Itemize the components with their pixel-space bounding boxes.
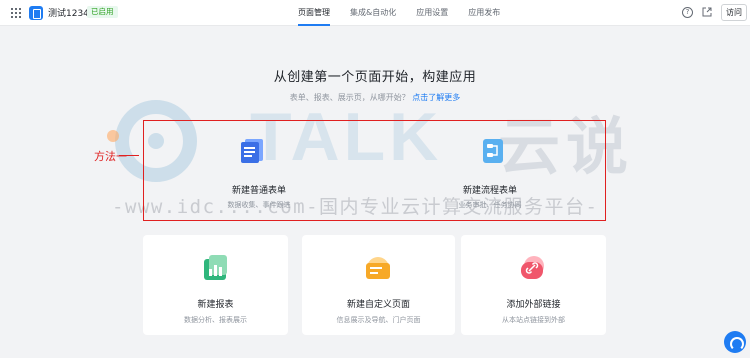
- new-report-card[interactable]: 新建报表 数据分析、报表展示: [143, 235, 288, 335]
- method-label: 方法一: [94, 150, 127, 163]
- method-arrow: [119, 155, 139, 156]
- tab-integration-automation[interactable]: 集成&自动化: [340, 0, 406, 26]
- highlight-frame: 新建普通表单 数据收集、事件跟进 新建流程表单 业务审批、任务协同: [143, 120, 606, 221]
- app-icon: [29, 6, 43, 20]
- app-grid-icon[interactable]: [11, 8, 21, 18]
- new-flow-form-card[interactable]: 新建流程表单 业务审批、任务协同: [375, 121, 605, 219]
- card-desc: 数据分析、报表展示: [184, 316, 247, 324]
- external-link-icon: [521, 256, 544, 279]
- add-external-link-card[interactable]: 添加外部链接 从本站点链接到外部: [461, 235, 606, 335]
- card-desc: 信息展示及导航、门户页面: [336, 316, 421, 324]
- card-title: 新建流程表单: [462, 186, 517, 196]
- help-icon[interactable]: ?: [682, 7, 693, 18]
- custom-page-icon: [366, 257, 390, 279]
- open-external-icon[interactable]: [702, 7, 712, 17]
- tab-app-settings[interactable]: 应用设置: [406, 0, 458, 26]
- status-badge: 已启用: [87, 6, 118, 18]
- main-nav: 页面管理 集成&自动化 应用设置 应用发布: [288, 0, 510, 26]
- new-form-card[interactable]: 新建普通表单 数据收集、事件跟进: [144, 121, 374, 219]
- new-custom-page-card[interactable]: 新建自定义页面 信息展示及导航、门户页面: [302, 235, 455, 335]
- flow-form-icon: [483, 139, 503, 163]
- watermark-dot: [107, 130, 119, 142]
- card-desc: 业务审批、任务协同: [458, 201, 522, 209]
- customer-service-button[interactable]: [724, 331, 746, 353]
- page-title: 从创建第一个页面开始，构建应用: [273, 70, 477, 85]
- report-icon: [204, 255, 227, 280]
- card-desc: 从本站点链接到外部: [502, 316, 565, 324]
- form-icon: [241, 139, 263, 163]
- card-title: 新建报表: [197, 300, 234, 310]
- subtitle-text: 表单、报表、展示页，从哪开始？: [289, 93, 410, 102]
- card-desc: 数据收集、事件跟进: [227, 201, 291, 209]
- top-bar: 测试1234 已启用 页面管理 集成&自动化 应用设置 应用发布 ? 访问: [0, 0, 750, 26]
- page-subtitle: 表单、报表、展示页，从哪开始？ 点击了解更多: [0, 92, 750, 103]
- app-name[interactable]: 测试1234: [48, 6, 89, 19]
- card-title: 新建自定义页面: [346, 300, 410, 310]
- card-title: 新建普通表单: [231, 186, 286, 196]
- card-title: 添加外部链接: [506, 300, 561, 310]
- visit-button[interactable]: 访问: [721, 4, 747, 21]
- tab-app-publish[interactable]: 应用发布: [458, 0, 510, 26]
- learn-more-link[interactable]: 点击了解更多: [412, 93, 460, 102]
- tab-page-management[interactable]: 页面管理: [288, 0, 340, 26]
